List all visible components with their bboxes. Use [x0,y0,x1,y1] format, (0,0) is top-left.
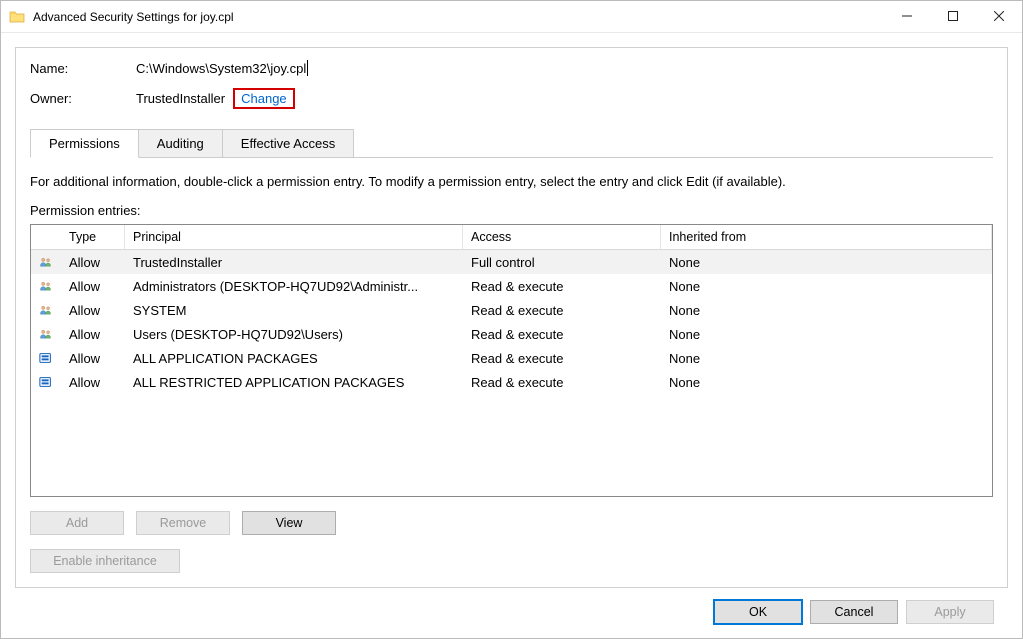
cancel-button[interactable]: Cancel [810,600,898,624]
tab-auditing[interactable]: Auditing [138,129,223,158]
cell-principal: Users (DESKTOP-HQ7UD92\Users) [125,327,463,342]
dialog-footer: OK Cancel Apply [15,588,1008,638]
name-value[interactable]: C:\Windows\System32\joy.cpl [136,60,336,76]
cell-principal: Administrators (DESKTOP-HQ7UD92\Administ… [125,279,463,294]
view-button[interactable]: View [242,511,336,535]
table-row[interactable]: AllowTrustedInstallerFull controlNone [31,250,992,274]
package-icon [31,351,61,365]
owner-label: Owner: [30,91,136,106]
name-label: Name: [30,61,136,76]
cell-access: Read & execute [463,303,661,318]
folder-icon [9,9,25,25]
cell-type: Allow [61,303,125,318]
remove-button[interactable]: Remove [136,511,230,535]
column-inherited[interactable]: Inherited from [661,225,992,249]
dialog-window: Advanced Security Settings for joy.cpl N… [0,0,1023,639]
users-icon [31,279,61,293]
column-principal[interactable]: Principal [125,225,463,249]
table-header: Type Principal Access Inherited from [31,225,992,250]
inheritance-row: Enable inheritance [30,549,993,573]
cell-type: Allow [61,375,125,390]
cell-principal: ALL RESTRICTED APPLICATION PACKAGES [125,375,463,390]
cell-access: Read & execute [463,375,661,390]
minimize-button[interactable] [884,1,930,31]
cell-access: Read & execute [463,327,661,342]
table-row[interactable]: AllowSYSTEMRead & executeNone [31,298,992,322]
users-icon [31,327,61,341]
titlebar: Advanced Security Settings for joy.cpl [1,1,1022,33]
window-title: Advanced Security Settings for joy.cpl [33,10,234,24]
cell-access: Full control [463,255,661,270]
cell-principal: TrustedInstaller [125,255,463,270]
add-button[interactable]: Add [30,511,124,535]
package-icon [31,375,61,389]
owner-value: TrustedInstaller [136,91,225,106]
cell-type: Allow [61,351,125,366]
table-row[interactable]: AllowALL RESTRICTED APPLICATION PACKAGES… [31,370,992,394]
entries-label: Permission entries: [30,203,993,218]
cell-access: Read & execute [463,279,661,294]
owner-row: Owner: TrustedInstaller Change [30,88,993,109]
cell-inherited: None [661,279,992,294]
name-row: Name: C:\Windows\System32\joy.cpl [30,60,993,76]
ok-button[interactable]: OK [714,600,802,624]
table-body: AllowTrustedInstallerFull controlNoneAll… [31,250,992,496]
maximize-button[interactable] [930,1,976,31]
users-icon [31,255,61,269]
column-access[interactable]: Access [463,225,661,249]
table-row[interactable]: AllowUsers (DESKTOP-HQ7UD92\Users)Read &… [31,322,992,346]
cell-type: Allow [61,327,125,342]
tabstrip: Permissions Auditing Effective Access [30,129,993,158]
cell-inherited: None [661,375,992,390]
change-owner-link[interactable]: Change [233,88,295,109]
tab-effective-access[interactable]: Effective Access [222,129,354,158]
cell-access: Read & execute [463,351,661,366]
text-caret [307,60,308,76]
action-buttons: Add Remove View [30,511,993,535]
cell-inherited: None [661,303,992,318]
table-row[interactable]: AllowALL APPLICATION PACKAGESRead & exec… [31,346,992,370]
cell-inherited: None [661,327,992,342]
users-icon [31,303,61,317]
column-icon[interactable] [31,225,61,249]
column-type[interactable]: Type [61,225,125,249]
main-panel: Name: C:\Windows\System32\joy.cpl Owner:… [15,47,1008,588]
cell-type: Allow [61,255,125,270]
enable-inheritance-button[interactable]: Enable inheritance [30,549,180,573]
cell-type: Allow [61,279,125,294]
tab-permissions[interactable]: Permissions [30,129,139,158]
table-row[interactable]: AllowAdministrators (DESKTOP-HQ7UD92\Adm… [31,274,992,298]
permission-table: Type Principal Access Inherited from All… [30,224,993,497]
content-area: Name: C:\Windows\System32\joy.cpl Owner:… [1,33,1022,638]
close-button[interactable] [976,1,1022,31]
cell-inherited: None [661,255,992,270]
info-text: For additional information, double-click… [30,174,993,189]
cell-principal: ALL APPLICATION PACKAGES [125,351,463,366]
cell-inherited: None [661,351,992,366]
apply-button[interactable]: Apply [906,600,994,624]
window-buttons [884,1,1022,31]
cell-principal: SYSTEM [125,303,463,318]
